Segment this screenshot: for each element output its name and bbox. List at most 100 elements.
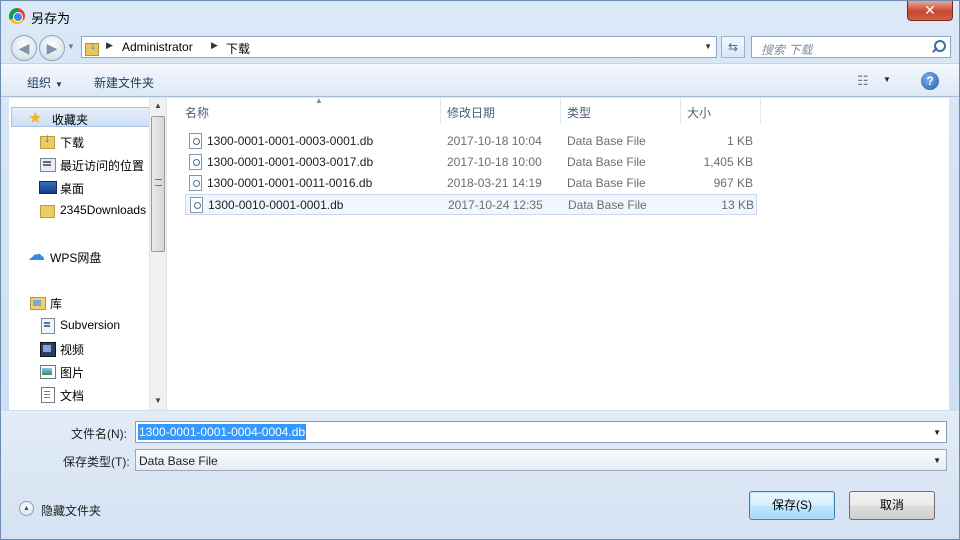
- chevron-down-icon: ▼: [55, 80, 63, 89]
- search-icon[interactable]: [931, 40, 946, 54]
- table-row[interactable]: 1300-0001-0001-0003-0017.db 2017-10-18 1…: [185, 152, 757, 173]
- file-date: 2017-10-24 12:35: [448, 198, 543, 212]
- sidebar-item-label: 桌面: [60, 182, 85, 196]
- file-size: 967 KB: [713, 176, 753, 190]
- downloads-folder-icon: [39, 130, 55, 149]
- file-size: 13 KB: [721, 198, 754, 212]
- column-header-date[interactable]: 修改日期: [441, 98, 561, 124]
- file-date: 2018-03-21 14:19: [447, 176, 542, 190]
- scroll-up-icon[interactable]: ▲: [150, 98, 166, 114]
- scrollbar-thumb[interactable]: [151, 116, 165, 252]
- breadcrumb-chevron-icon[interactable]: ▶: [211, 40, 218, 51]
- filetype-value: Data Base File: [139, 454, 218, 468]
- recent-places-icon: [39, 156, 56, 172]
- chevron-up-icon: ▲: [19, 501, 34, 516]
- command-toolbar: 组织 ▼ 新建文件夹 ☷ ▼ ?: [1, 63, 959, 97]
- sort-ascending-icon: ▲: [315, 96, 323, 105]
- column-label: 修改日期: [447, 106, 496, 120]
- view-dropdown-icon[interactable]: ▼: [883, 75, 891, 84]
- hide-folders-label: 隐藏文件夹: [41, 504, 102, 518]
- sidebar-item-label: 下载: [60, 136, 85, 150]
- column-header-size[interactable]: 大小: [681, 98, 761, 124]
- file-size: 1 KB: [726, 134, 753, 148]
- grip-icon: [155, 179, 162, 186]
- file-type: Data Base File: [567, 155, 646, 169]
- scroll-down-icon[interactable]: ▼: [150, 393, 166, 409]
- database-file-icon: [189, 133, 202, 149]
- chrome-icon: [9, 8, 25, 24]
- table-row[interactable]: 1300-0001-0001-0011-0016.db 2018-03-21 1…: [185, 173, 757, 194]
- desktop-icon: [39, 179, 57, 195]
- window-title: 另存为: [31, 11, 71, 26]
- sidebar-item-favorites[interactable]: 收藏夹: [11, 107, 151, 128]
- filename-value: 1300-0001-0001-0004-0004.db: [138, 424, 307, 440]
- sidebar-item-label: 2345Downloads: [60, 203, 147, 217]
- downloads-folder-icon: [85, 38, 101, 56]
- address-dropdown-icon[interactable]: ▼: [704, 42, 712, 51]
- navigation-scrollbar[interactable]: ▲ ▼: [149, 98, 166, 410]
- breadcrumb-administrator[interactable]: Administrator: [122, 40, 193, 54]
- file-date: 2017-10-18 10:04: [447, 134, 542, 148]
- pictures-icon: [39, 363, 56, 379]
- sidebar-item-label: 视频: [60, 343, 85, 357]
- refresh-button[interactable]: ⇆: [721, 36, 745, 58]
- sidebar-item-label: 库: [50, 297, 63, 311]
- file-name: 1300-0010-0001-0001.db: [208, 198, 344, 212]
- library-icon: [29, 294, 46, 310]
- search-input[interactable]: 搜索 下载: [751, 36, 951, 58]
- column-header-name[interactable]: 名称 ▲: [179, 96, 441, 124]
- database-file-icon: [190, 197, 203, 213]
- subversion-icon: [39, 317, 55, 334]
- filetype-select[interactable]: Data Base File ▼: [135, 449, 947, 471]
- breadcrumb-downloads[interactable]: 下载: [226, 40, 250, 57]
- forward-button[interactable]: ▶: [39, 35, 65, 61]
- address-bar[interactable]: ▶ Administrator ▶ 下载 ▼: [81, 36, 717, 58]
- save-button[interactable]: 保存(S): [749, 491, 835, 520]
- table-row[interactable]: 1300-0010-0001-0001.db 2017-10-24 12:35 …: [185, 194, 757, 215]
- view-options-icon[interactable]: ☷: [857, 74, 875, 87]
- filetype-label: 保存类型(T):: [63, 455, 130, 469]
- save-options-area: 文件名(N): 1300-0001-0001-0004-0004.db ▼ 保存…: [1, 411, 959, 539]
- save-as-dialog: 另存为 ✕ ◀ ▶ ▼ ▶ Administrator ▶ 下载 ▼ ⇆ 搜索 …: [0, 0, 960, 540]
- database-file-icon: [189, 154, 202, 170]
- organize-menu[interactable]: 组织 ▼: [27, 74, 63, 91]
- file-name: 1300-0001-0001-0003-0017.db: [207, 155, 374, 169]
- file-type: Data Base File: [567, 134, 646, 148]
- filetype-dropdown-icon: ▼: [933, 456, 941, 465]
- sidebar-item-2345downloads[interactable]: 2345Downloads: [39, 200, 149, 220]
- file-date: 2017-10-18 10:00: [447, 155, 542, 169]
- database-file-icon: [189, 175, 202, 191]
- sidebar-item-label: 文档: [60, 389, 85, 403]
- close-button[interactable]: ✕: [907, 1, 953, 21]
- documents-icon: [39, 386, 55, 403]
- recent-locations-dropdown-icon[interactable]: ▼: [67, 42, 75, 51]
- file-name: 1300-0001-0001-0003-0001.db: [207, 134, 374, 148]
- filename-dropdown-icon[interactable]: ▼: [933, 428, 941, 437]
- sidebar-item-label: Subversion: [60, 318, 121, 332]
- breadcrumb-chevron-icon[interactable]: ▶: [106, 40, 113, 51]
- title-bar: 另存为 ✕: [1, 1, 959, 31]
- navigation-pane: 收藏夹 下载 最近访问的位置 桌面 2345Downloads WPS网盘 库: [9, 98, 167, 410]
- new-folder-button[interactable]: 新建文件夹: [94, 74, 154, 91]
- file-name: 1300-0001-0001-0011-0016.db: [207, 176, 373, 190]
- sidebar-item-label: 收藏夹: [52, 113, 89, 127]
- sidebar-item-label: 图片: [60, 366, 85, 380]
- file-type: Data Base File: [568, 198, 647, 212]
- column-label: 类型: [567, 106, 592, 120]
- file-size: 1,405 KB: [703, 155, 753, 169]
- navigation-bar: ◀ ▶ ▼ ▶ Administrator ▶ 下载 ▼ ⇆ 搜索 下载: [1, 31, 959, 63]
- file-list-pane: 名称 ▲ 修改日期 类型 大小 1300-0001-0001-0003-0001…: [167, 96, 949, 410]
- sidebar-item-label: WPS网盘: [50, 251, 102, 265]
- star-icon: [28, 108, 44, 128]
- table-row[interactable]: 1300-0001-0001-0003-0001.db 2017-10-18 1…: [185, 131, 757, 152]
- filename-field[interactable]: 1300-0001-0001-0004-0004.db ▼: [135, 421, 947, 443]
- cloud-icon: [28, 245, 45, 265]
- cancel-button[interactable]: 取消: [849, 491, 935, 520]
- search-placeholder: 搜索 下载: [761, 43, 813, 57]
- file-type: Data Base File: [567, 176, 646, 190]
- column-header-type[interactable]: 类型: [561, 98, 681, 124]
- folder-icon: [39, 202, 55, 218]
- column-label: 大小: [687, 106, 712, 120]
- back-button[interactable]: ◀: [11, 35, 37, 61]
- help-icon[interactable]: ?: [921, 72, 939, 90]
